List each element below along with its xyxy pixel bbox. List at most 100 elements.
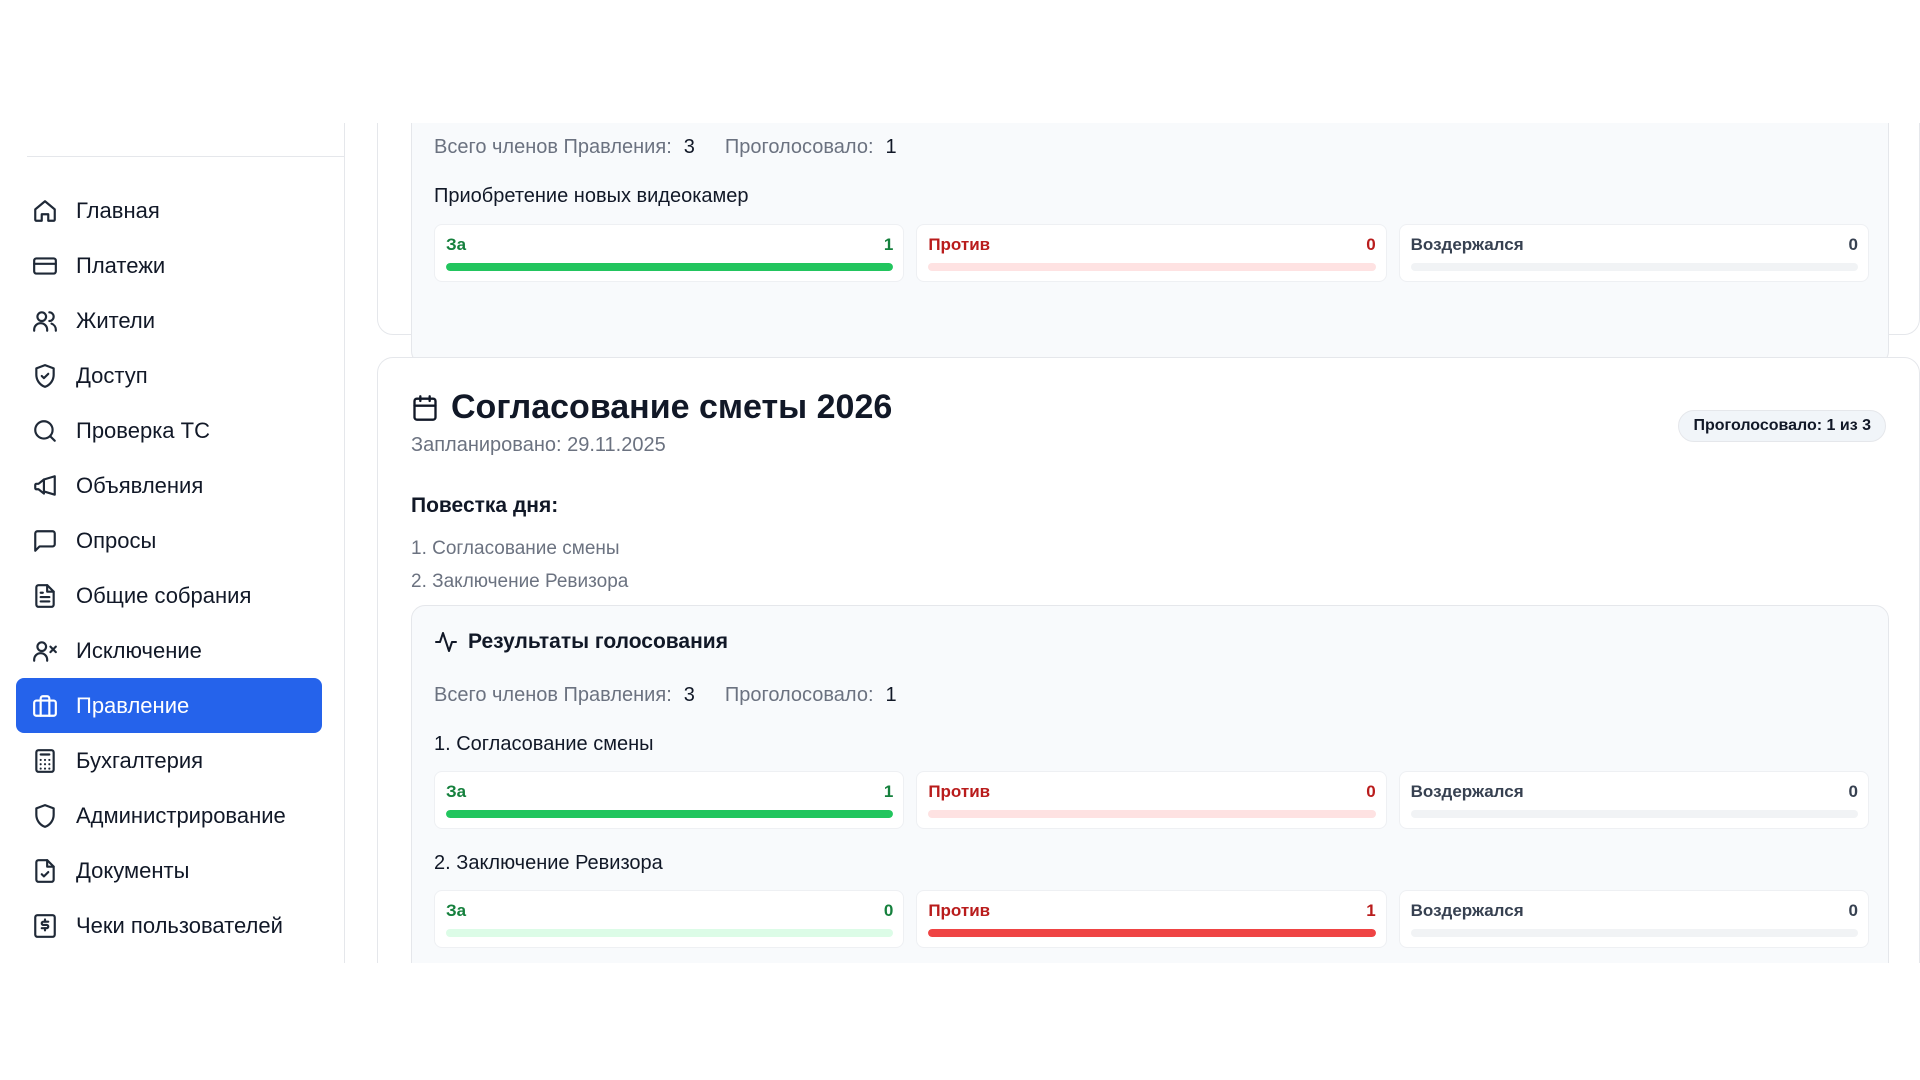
search-icon [32,418,58,444]
agenda-title: Повестка дня: [411,494,559,517]
results-header: Результаты голосования [434,630,728,654]
sidebar-item-label: Общие собрания [76,582,252,608]
total-members-label: Всего членов Правления: [434,684,672,706]
vote-for-count: 0 [883,901,894,920]
vote-abstain-bar [1410,929,1858,937]
meeting-title: Согласование сметы 2026 [451,388,893,426]
question-title: Приобретение новых видеокамер [434,185,749,207]
vote-for-count: 1 [883,782,894,801]
voted-value: 1 [885,684,897,706]
sidebar-item-label: Исключение [76,637,202,663]
sidebar-item-board[interactable]: Правление [16,678,322,733]
voting-results-panel: Результаты голосования Всего членов Прав… [411,605,1889,963]
vote-for-label: За [446,901,467,920]
voted-value: 1 [885,136,897,158]
sidebar-item-home[interactable]: Главная [16,183,322,238]
sidebar-item-administration[interactable]: Администрирование [16,788,322,843]
vote-against-bar-fill [928,929,1376,937]
vote-for-bar [446,263,894,271]
vote-abstain-bar [1410,810,1858,818]
voted-count-badge: Проголосовало: 1 из 3 [1678,410,1886,442]
vote-abstain-box: Воздержался 0 [1398,890,1869,948]
vote-for-bar-fill [446,810,894,818]
vote-against-bar [928,929,1376,937]
meeting-header: Согласование сметы 2026 [411,388,892,427]
sidebar-divider [27,156,344,157]
vote-against-count: 0 [1366,782,1376,801]
vote-for-count: 1 [883,235,894,254]
agenda-item: 1. Согласование смены [411,538,620,559]
sidebar-item-label: Проверка ТС [76,417,210,443]
total-members-value: 3 [683,136,695,158]
vote-abstain-label: Воздержался [1410,901,1524,920]
meeting-scheduled-date: Запланировано: 29.11.2025 [411,434,666,456]
activity-icon [435,632,457,652]
sidebar-item-general-meetings[interactable]: Общие собрания [16,568,322,623]
sidebar-item-label: Правление [76,692,190,718]
vote-against-label: Против [928,235,991,254]
voted-label: Проголосовало: [724,136,874,158]
sidebar-item-exclusion[interactable]: Исключение [16,623,322,678]
vote-for-bar [446,929,894,937]
shield-check-icon [32,363,58,389]
sidebar-item-label: Документы [76,857,190,883]
members-stats: Всего членов Правления: 3 Проголосовало:… [434,136,927,159]
vote-for-label: За [446,235,467,254]
board-meeting-card: Всего членов Правления: 3 Проголосовало:… [377,123,1920,365]
vote-against-box: Против 0 [916,224,1387,282]
vote-row: За 1 Против 0 Воздержался 0 [434,771,1869,829]
vote-abstain-count: 0 [1848,782,1858,801]
sidebar-item-polls[interactable]: Опросы [16,513,322,568]
receipt-icon [32,913,58,939]
briefcase-icon [32,693,58,719]
agenda-item: 2. Заключение Ревизора [411,571,629,592]
sidebar-item-access[interactable]: Доступ [16,348,322,403]
sidebar-item-announcements[interactable]: Объявления [16,458,322,513]
vote-against-label: Против [928,901,991,920]
vote-row: За 0 Против 1 Воздержался 0 [434,890,1869,948]
sidebar-item-label: Бухгалтерия [76,747,204,773]
vote-against-bar [928,810,1376,818]
vote-against-box: Против 1 [916,890,1387,948]
sidebar-nav: Главная Платежи Жители Доступ Проверка Т… [16,183,322,953]
megaphone-icon [32,473,58,499]
message-square-icon [32,528,58,554]
shield-icon [32,803,58,829]
sidebar-item-label: Чеки пользователей [76,912,283,938]
file-check-icon [32,858,58,884]
vote-for-bar-fill [446,263,894,271]
file-text-icon [32,583,58,609]
sidebar-item-label: Объявления [76,472,204,498]
home-icon [32,198,58,224]
sidebar-item-residents[interactable]: Жители [16,293,322,348]
total-members-value: 3 [683,684,695,706]
question-title: 1. Согласование смены [434,733,654,755]
vote-against-box: Против 0 [916,771,1387,829]
sidebar-item-vehicle-check[interactable]: Проверка ТС [16,403,322,458]
vote-abstain-box: Воздержался 0 [1398,771,1869,829]
members-stats: Всего членов Правления: 3 Проголосовало:… [434,684,927,707]
sidebar: Главная Платежи Жители Доступ Проверка Т… [0,123,345,963]
sidebar-item-documents[interactable]: Документы [16,843,322,898]
users-icon [32,308,58,334]
vote-abstain-label: Воздержался [1410,782,1524,801]
vote-for-box: За 0 [434,890,905,948]
vote-for-box: За 1 [434,224,905,282]
vote-against-count: 1 [1366,901,1376,920]
sidebar-item-user-receipts[interactable]: Чеки пользователей [16,898,322,953]
sidebar-item-label: Администрирование [76,802,286,828]
vote-row: За 1 Против 0 Воздержался 0 [434,224,1869,282]
vote-abstain-label: Воздержался [1410,235,1524,254]
vote-for-bar [446,810,894,818]
vote-against-bar [928,263,1376,271]
sidebar-item-accounting[interactable]: Бухгалтерия [16,733,322,788]
vote-abstain-box: Воздержался 0 [1398,224,1869,282]
user-x-icon [32,638,58,664]
sidebar-item-payments[interactable]: Платежи [16,238,322,293]
calculator-icon [32,748,58,774]
question-title: 2. Заключение Ревизора [434,852,663,874]
credit-card-icon [32,253,58,279]
vote-against-count: 0 [1366,235,1376,254]
voted-label: Проголосовало: [724,684,874,706]
vote-abstain-count: 0 [1848,901,1858,920]
